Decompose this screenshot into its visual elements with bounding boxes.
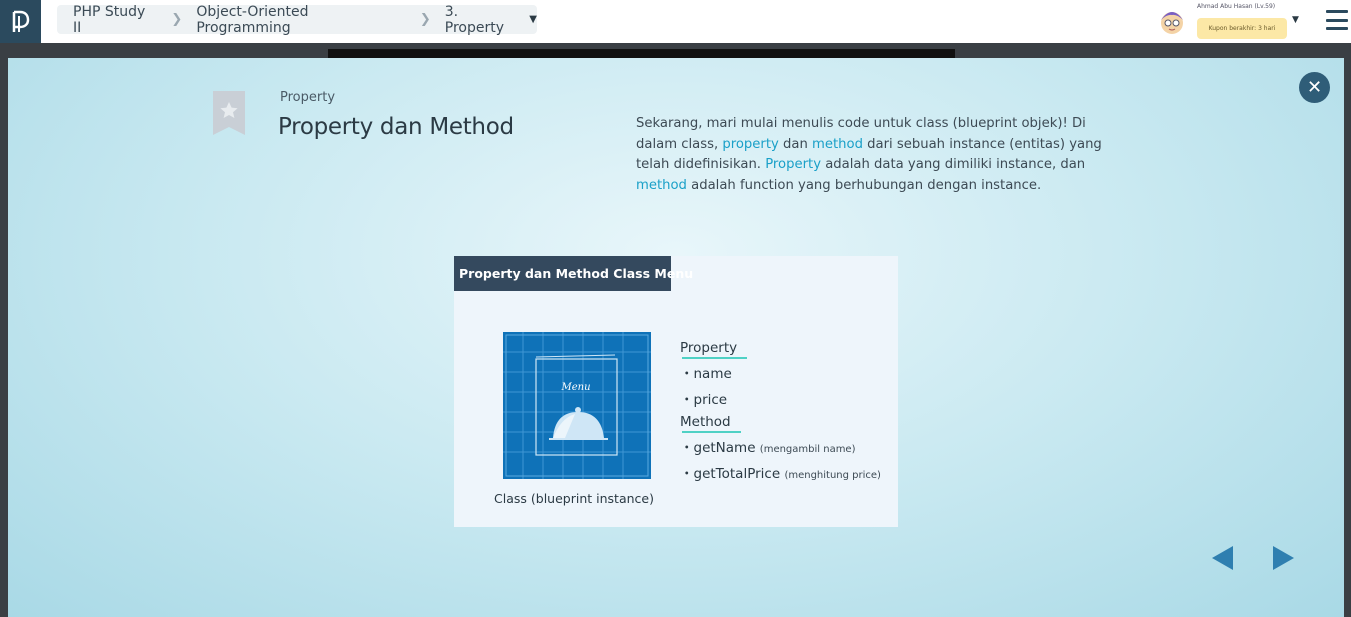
chevron-right-icon: ❯ bbox=[419, 12, 431, 27]
method-note: (menghitung price) bbox=[784, 470, 881, 481]
coupon-badge: Kupon berakhir: 3 hari bbox=[1197, 18, 1287, 39]
breadcrumb-course[interactable]: PHP Study II bbox=[73, 4, 157, 36]
user-menu-caret-icon[interactable]: ▼ bbox=[1292, 15, 1299, 25]
top-bar: PHP Study II ❯ Object-Oriented Programmi… bbox=[0, 0, 1351, 43]
method-heading: Method bbox=[680, 414, 741, 433]
hamburger-menu-icon[interactable] bbox=[1326, 10, 1348, 30]
breadcrumb-chapter[interactable]: Object-Oriented Programming bbox=[196, 4, 406, 36]
card-header: Property dan Method Class Menu bbox=[454, 256, 693, 291]
list-item: ・getName (mengambil name) bbox=[680, 436, 881, 456]
caret-down-icon[interactable]: ▼ bbox=[529, 14, 537, 25]
logo-icon bbox=[12, 10, 29, 32]
user-avatar[interactable] bbox=[1157, 6, 1187, 36]
highlight-term: method bbox=[812, 136, 863, 152]
desc-text: dan bbox=[778, 136, 813, 152]
list-item: ・getTotalPrice (menghitung price) bbox=[680, 462, 881, 482]
arrow-right-icon[interactable] bbox=[1273, 546, 1294, 570]
slide-description: Sekarang, mari mulai menulis code untuk … bbox=[636, 114, 1116, 197]
class-members-list: Property ・name ・price Method ・getName (m… bbox=[680, 340, 881, 488]
illustration-card: Property dan Method Class Menu Menu Clas… bbox=[454, 256, 898, 527]
desc-text: adalah function yang berhubungan dengan … bbox=[686, 178, 1042, 194]
blueprint-caption: Class (blueprint instance) bbox=[494, 491, 654, 506]
highlight-term: property bbox=[722, 136, 779, 152]
slide-subtitle: Property bbox=[280, 90, 336, 105]
bookmark-star-icon[interactable] bbox=[213, 91, 245, 135]
list-item: ・name bbox=[680, 366, 732, 382]
method-name: ・getTotalPrice bbox=[680, 466, 781, 482]
breadcrumb[interactable]: PHP Study II ❯ Object-Oriented Programmi… bbox=[57, 4, 537, 36]
close-icon[interactable]: ✕ bbox=[1299, 72, 1330, 103]
menu-label: Menu bbox=[560, 382, 590, 393]
slide-title: Property dan Method bbox=[278, 114, 514, 140]
blueprint-menu-illustration: Menu bbox=[503, 332, 651, 479]
desc-text: adalah data yang dimiliki instance, dan bbox=[821, 157, 1086, 173]
arrow-left-icon[interactable] bbox=[1212, 546, 1233, 570]
highlight-term: Property bbox=[765, 157, 822, 173]
method-name: ・getName bbox=[680, 440, 756, 456]
highlight-term: method bbox=[636, 178, 687, 194]
progate-logo[interactable] bbox=[0, 0, 41, 43]
user-name: Ahmad Abu Hasan (Lv.59) bbox=[1197, 3, 1276, 10]
method-note: (mengambil name) bbox=[759, 444, 856, 455]
chevron-right-icon: ❯ bbox=[171, 12, 183, 27]
slide-modal: ✕ Property Property dan Method Sekarang,… bbox=[8, 58, 1344, 617]
list-item: ・price bbox=[680, 392, 728, 408]
breadcrumb-lesson[interactable]: 3. Property bbox=[445, 4, 522, 36]
property-heading: Property bbox=[680, 340, 748, 359]
